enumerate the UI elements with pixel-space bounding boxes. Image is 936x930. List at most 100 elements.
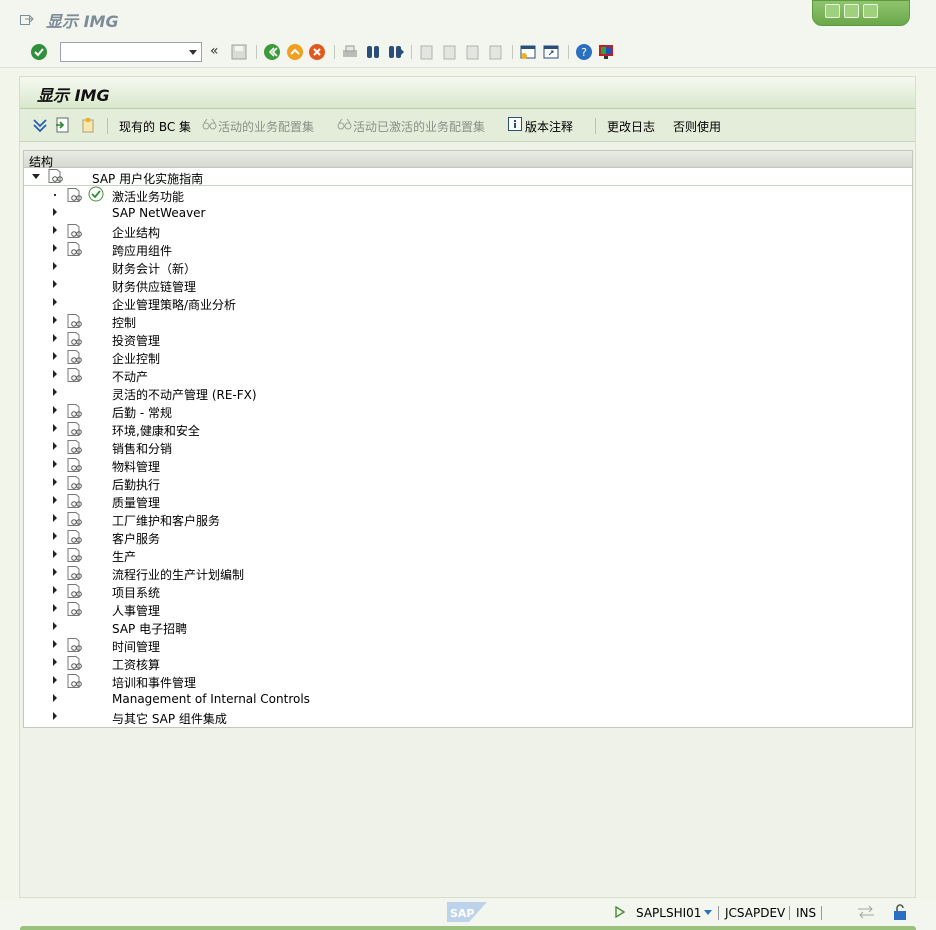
tree-row[interactable]: 销售和分销 — [24, 438, 912, 456]
tree-row[interactable]: SAP 电子招聘 — [24, 618, 912, 636]
save-icon[interactable] — [230, 43, 248, 61]
tree-row[interactable]: 生产 — [24, 546, 912, 564]
collapse-command-icon[interactable]: « — [210, 43, 219, 59]
tree-row[interactable]: Management of Internal Controls — [24, 690, 912, 708]
expand-arrow-icon[interactable] — [53, 550, 57, 558]
activate-execute-icon[interactable] — [88, 186, 104, 202]
documentation-icon[interactable] — [67, 350, 83, 364]
documentation-icon[interactable] — [67, 656, 83, 670]
expand-arrow-icon[interactable] — [53, 298, 57, 306]
documentation-icon[interactable] — [48, 169, 64, 183]
expand-arrow-icon[interactable] — [53, 712, 57, 720]
documentation-icon[interactable] — [67, 458, 83, 472]
documentation-icon[interactable] — [67, 548, 83, 562]
new-session-icon[interactable] — [519, 43, 537, 61]
tree-row[interactable]: 项目系统 — [24, 582, 912, 600]
expand-arrow-icon[interactable] — [53, 334, 57, 342]
expand-arrow-icon[interactable] — [53, 262, 57, 270]
find-icon[interactable] — [364, 43, 382, 61]
release-notes-button[interactable]: 版本注释 — [525, 118, 573, 135]
tree-row[interactable]: 流程行业的生产计划编制 — [24, 564, 912, 582]
expand-arrow-icon[interactable] — [53, 514, 57, 522]
documentation-icon[interactable] — [67, 314, 83, 328]
position-icon[interactable] — [55, 117, 71, 133]
documentation-icon[interactable] — [67, 404, 83, 418]
tree-row[interactable]: 灵活的不动产管理 (RE-FX) — [24, 384, 912, 402]
expand-arrow-icon[interactable] — [53, 586, 57, 594]
tree-row[interactable]: 跨应用组件 — [24, 240, 912, 258]
expand-arrow-icon[interactable] — [53, 640, 57, 648]
help-icon[interactable]: ? — [575, 43, 593, 61]
activated-bc-sets-button[interactable]: 活动已激活的业务配置集 — [353, 118, 485, 135]
documentation-icon[interactable] — [67, 674, 83, 688]
documentation-icon[interactable] — [67, 530, 83, 544]
active-bc-sets-button[interactable]: 活动的业务配置集 — [218, 118, 314, 135]
tree-row[interactable]: 物料管理 — [24, 456, 912, 474]
documentation-icon[interactable] — [67, 476, 83, 490]
additional-info-icon[interactable] — [80, 117, 96, 133]
expand-arrow-icon[interactable] — [53, 226, 57, 234]
tree-row[interactable]: 人事管理 — [24, 600, 912, 618]
collapse-arrow-icon[interactable] — [32, 174, 40, 179]
tree-row[interactable]: 环境,健康和安全 — [24, 420, 912, 438]
where-used-button[interactable]: 否则使用 — [673, 118, 721, 135]
tree-row[interactable]: 工厂维护和客户服务 — [24, 510, 912, 528]
tree-row[interactable]: 企业管理策略/商业分析 — [24, 294, 912, 312]
menu-exit-icon[interactable] — [20, 13, 34, 25]
tree-row[interactable]: 质量管理 — [24, 492, 912, 510]
expand-arrow-icon[interactable] — [53, 352, 57, 360]
documentation-icon[interactable] — [67, 566, 83, 580]
expand-arrow-icon[interactable] — [53, 280, 57, 288]
tree-row[interactable]: 不动产 — [24, 366, 912, 384]
expand-arrow-icon[interactable] — [53, 424, 57, 432]
documentation-icon[interactable] — [67, 224, 83, 238]
print-icon[interactable] — [341, 43, 359, 61]
customize-layout-icon[interactable] — [597, 43, 615, 61]
tree-row[interactable]: SAP NetWeaver — [24, 204, 912, 222]
previous-page-icon[interactable] — [441, 43, 459, 61]
create-shortcut-icon[interactable] — [542, 43, 560, 61]
tree-row[interactable]: 财务供应链管理 — [24, 276, 912, 294]
tree-row[interactable]: 后勤 - 常规 — [24, 402, 912, 420]
tree-row[interactable]: 与其它 SAP 组件集成 — [24, 708, 912, 726]
tree-row[interactable]: 激活业务功能 — [24, 186, 912, 204]
expand-arrow-icon[interactable] — [53, 244, 57, 252]
expand-arrow-icon[interactable] — [53, 568, 57, 576]
chevron-down-icon[interactable] — [704, 910, 712, 915]
expand-subtree-icon[interactable] — [32, 117, 48, 133]
tree-row[interactable]: 企业结构 — [24, 222, 912, 240]
expand-arrow-icon[interactable] — [53, 694, 57, 702]
expand-arrow-icon[interactable] — [53, 406, 57, 414]
expand-arrow-icon[interactable] — [53, 676, 57, 684]
chevron-down-icon[interactable] — [189, 50, 197, 55]
documentation-icon[interactable] — [67, 602, 83, 616]
first-page-icon[interactable] — [418, 43, 436, 61]
expand-arrow-icon[interactable] — [53, 370, 57, 378]
documentation-icon[interactable] — [67, 440, 83, 454]
tree-row[interactable]: 财务会计（新） — [24, 258, 912, 276]
expand-arrow-icon[interactable] — [53, 316, 57, 324]
tree-root-row[interactable]: SAP 用户化实施指南 — [24, 168, 912, 186]
documentation-icon[interactable] — [67, 494, 83, 508]
expand-arrow-icon[interactable] — [53, 532, 57, 540]
cancel-icon[interactable] — [308, 43, 326, 61]
expand-arrow-icon[interactable] — [53, 658, 57, 666]
tree-row[interactable]: 培训和事件管理 — [24, 672, 912, 690]
documentation-icon[interactable] — [67, 422, 83, 436]
tree-row[interactable]: 工资核算 — [24, 654, 912, 672]
expand-arrow-icon[interactable] — [53, 622, 57, 630]
expand-arrow-icon[interactable] — [53, 604, 57, 612]
tree-row[interactable]: 投资管理 — [24, 330, 912, 348]
expand-arrow-icon[interactable] — [53, 496, 57, 504]
documentation-icon[interactable] — [67, 242, 83, 256]
exit-icon[interactable] — [286, 43, 304, 61]
documentation-icon[interactable] — [67, 638, 83, 652]
tree-row[interactable]: 后勤执行 — [24, 474, 912, 492]
expand-arrow-icon[interactable] — [53, 208, 57, 216]
tree-row[interactable]: 时间管理 — [24, 636, 912, 654]
documentation-icon[interactable] — [67, 368, 83, 382]
documentation-icon[interactable] — [67, 332, 83, 346]
find-next-icon[interactable] — [387, 43, 405, 61]
next-page-icon[interactable] — [464, 43, 482, 61]
change-log-button[interactable]: 更改日志 — [607, 118, 655, 135]
